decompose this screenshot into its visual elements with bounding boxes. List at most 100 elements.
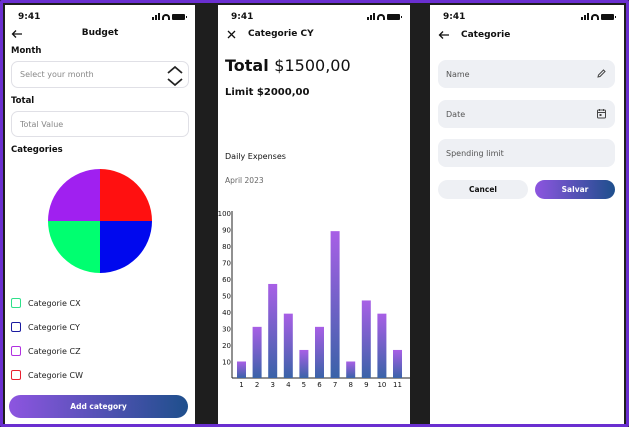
status-bar: 9:41 <box>430 11 624 25</box>
y-tick-label: 50 <box>222 293 231 301</box>
bar-day-11 <box>393 349 402 378</box>
daily-expenses-label: Daily Expenses <box>225 152 286 161</box>
y-tick-label: 60 <box>222 276 231 284</box>
date-field[interactable]: Date <box>438 100 615 128</box>
name-placeholder: Name <box>446 69 470 79</box>
x-tick-label: 11 <box>393 381 402 389</box>
period-label: April 2023 <box>225 176 264 185</box>
wifi-icon <box>162 13 170 20</box>
spending-limit-field[interactable]: Spending limit <box>438 139 615 167</box>
battery-icon <box>387 13 402 20</box>
budget-screen: 9:41 Budget Month Select your month Tota… <box>5 5 195 424</box>
checkbox-icon[interactable] <box>11 346 21 356</box>
x-tick-label: 5 <box>302 381 306 389</box>
limit-text: Limit $2000,00 <box>225 87 310 98</box>
x-tick-label: 10 <box>377 381 386 389</box>
add-category-button[interactable]: Add category <box>9 395 188 418</box>
bar-day-1 <box>237 361 246 378</box>
checkbox-icon[interactable] <box>11 298 21 308</box>
category-form-screen: 9:41 Categorie Name Date Spending limit … <box>430 5 624 424</box>
category-item-cz[interactable]: Categorie CZ <box>11 346 81 356</box>
chevron-updown-icon <box>167 65 183 87</box>
checkbox-icon[interactable] <box>11 322 21 332</box>
bar-day-4 <box>283 313 293 378</box>
pencil-icon <box>597 69 606 78</box>
page-title: Categorie CY <box>248 29 314 39</box>
categories-label: Categories <box>11 145 63 155</box>
categories-pie-chart <box>48 169 152 273</box>
daily-expenses-chart: 10 20 30 40 50 60 70 80 90 100 1 2 3 4 5 6 7 8 9 10 11 <box>218 210 410 389</box>
y-tick-label: 40 <box>222 309 231 317</box>
total-placeholder: Total Value <box>20 119 64 129</box>
bar-day-8 <box>346 361 356 378</box>
x-tick-label: 9 <box>364 381 368 389</box>
wifi-icon <box>377 13 385 20</box>
category-item-cy[interactable]: Categorie CY <box>11 322 80 332</box>
x-tick-label: 4 <box>286 381 291 389</box>
category-label: Categorie CX <box>28 298 81 308</box>
pie-slice-tl <box>48 169 100 221</box>
pie-slice-bl <box>48 221 100 273</box>
bar-day-6 <box>315 326 324 378</box>
calendar-icon <box>597 109 606 119</box>
page-title: Categorie <box>461 30 511 40</box>
x-tick-label: 6 <box>317 381 322 389</box>
month-placeholder: Select your month <box>20 70 94 79</box>
status-time: 9:41 <box>231 12 254 22</box>
y-tick-label: 10 <box>222 359 231 367</box>
back-arrow-icon[interactable] <box>438 30 450 40</box>
category-label: Categorie CZ <box>28 346 81 356</box>
y-tick-label: 90 <box>222 227 231 235</box>
y-tick-label: 100 <box>218 210 231 218</box>
bar-day-3 <box>268 283 278 378</box>
y-tick-label: 30 <box>222 326 231 334</box>
category-label: Categorie CW <box>28 370 83 380</box>
category-item-cw[interactable]: Categorie CW <box>11 370 83 380</box>
status-time: 9:41 <box>443 12 466 22</box>
pie-slice-br <box>100 221 152 273</box>
status-icons <box>152 13 187 20</box>
signal-icon <box>152 13 160 20</box>
category-detail-screen: 9:41 Categorie CY Total $1500,00 Limit $… <box>218 5 410 424</box>
bar-day-9 <box>361 300 371 378</box>
signal-icon <box>581 13 589 20</box>
checkbox-icon[interactable] <box>11 370 21 380</box>
bar-day-7 <box>330 231 340 378</box>
y-tick-label: 70 <box>222 260 231 268</box>
wifi-icon <box>591 13 599 20</box>
status-icons <box>367 13 402 20</box>
total-heading: Total $1500,00 <box>225 56 351 75</box>
save-button[interactable]: Salvar <box>535 180 615 199</box>
status-bar: 9:41 <box>5 11 195 25</box>
month-select[interactable]: Select your month <box>11 61 189 88</box>
page-title: Budget <box>81 28 119 38</box>
category-item-cx[interactable]: Categorie CX <box>11 298 81 308</box>
bar-day-2 <box>252 326 262 378</box>
category-label: Categorie CY <box>28 322 80 332</box>
bar-day-5 <box>299 349 309 378</box>
cancel-button[interactable]: Cancel <box>438 180 528 199</box>
bar-day-10 <box>377 313 387 378</box>
battery-icon <box>172 13 187 20</box>
x-tick-label: 8 <box>348 381 352 389</box>
x-tick-label: 7 <box>333 381 337 389</box>
status-icons <box>581 13 616 20</box>
total-input[interactable]: Total Value <box>11 111 189 137</box>
x-tick-label: 2 <box>255 381 259 389</box>
total-prefix: Total <box>225 56 269 75</box>
limit-placeholder: Spending limit <box>446 148 504 158</box>
status-time: 9:41 <box>18 12 41 22</box>
total-label: Total <box>11 96 35 106</box>
y-tick-label: 80 <box>222 243 231 251</box>
close-icon[interactable] <box>227 30 236 39</box>
total-value: $1500,00 <box>274 56 351 75</box>
y-tick-label: 20 <box>222 342 231 350</box>
date-placeholder: Date <box>446 109 466 119</box>
name-field[interactable]: Name <box>438 60 615 88</box>
pie-slice-tr <box>100 169 152 221</box>
month-label: Month <box>11 46 42 56</box>
signal-icon <box>367 13 375 20</box>
x-tick-label: 3 <box>270 381 274 389</box>
status-bar: 9:41 <box>218 11 410 25</box>
battery-icon <box>601 13 616 20</box>
